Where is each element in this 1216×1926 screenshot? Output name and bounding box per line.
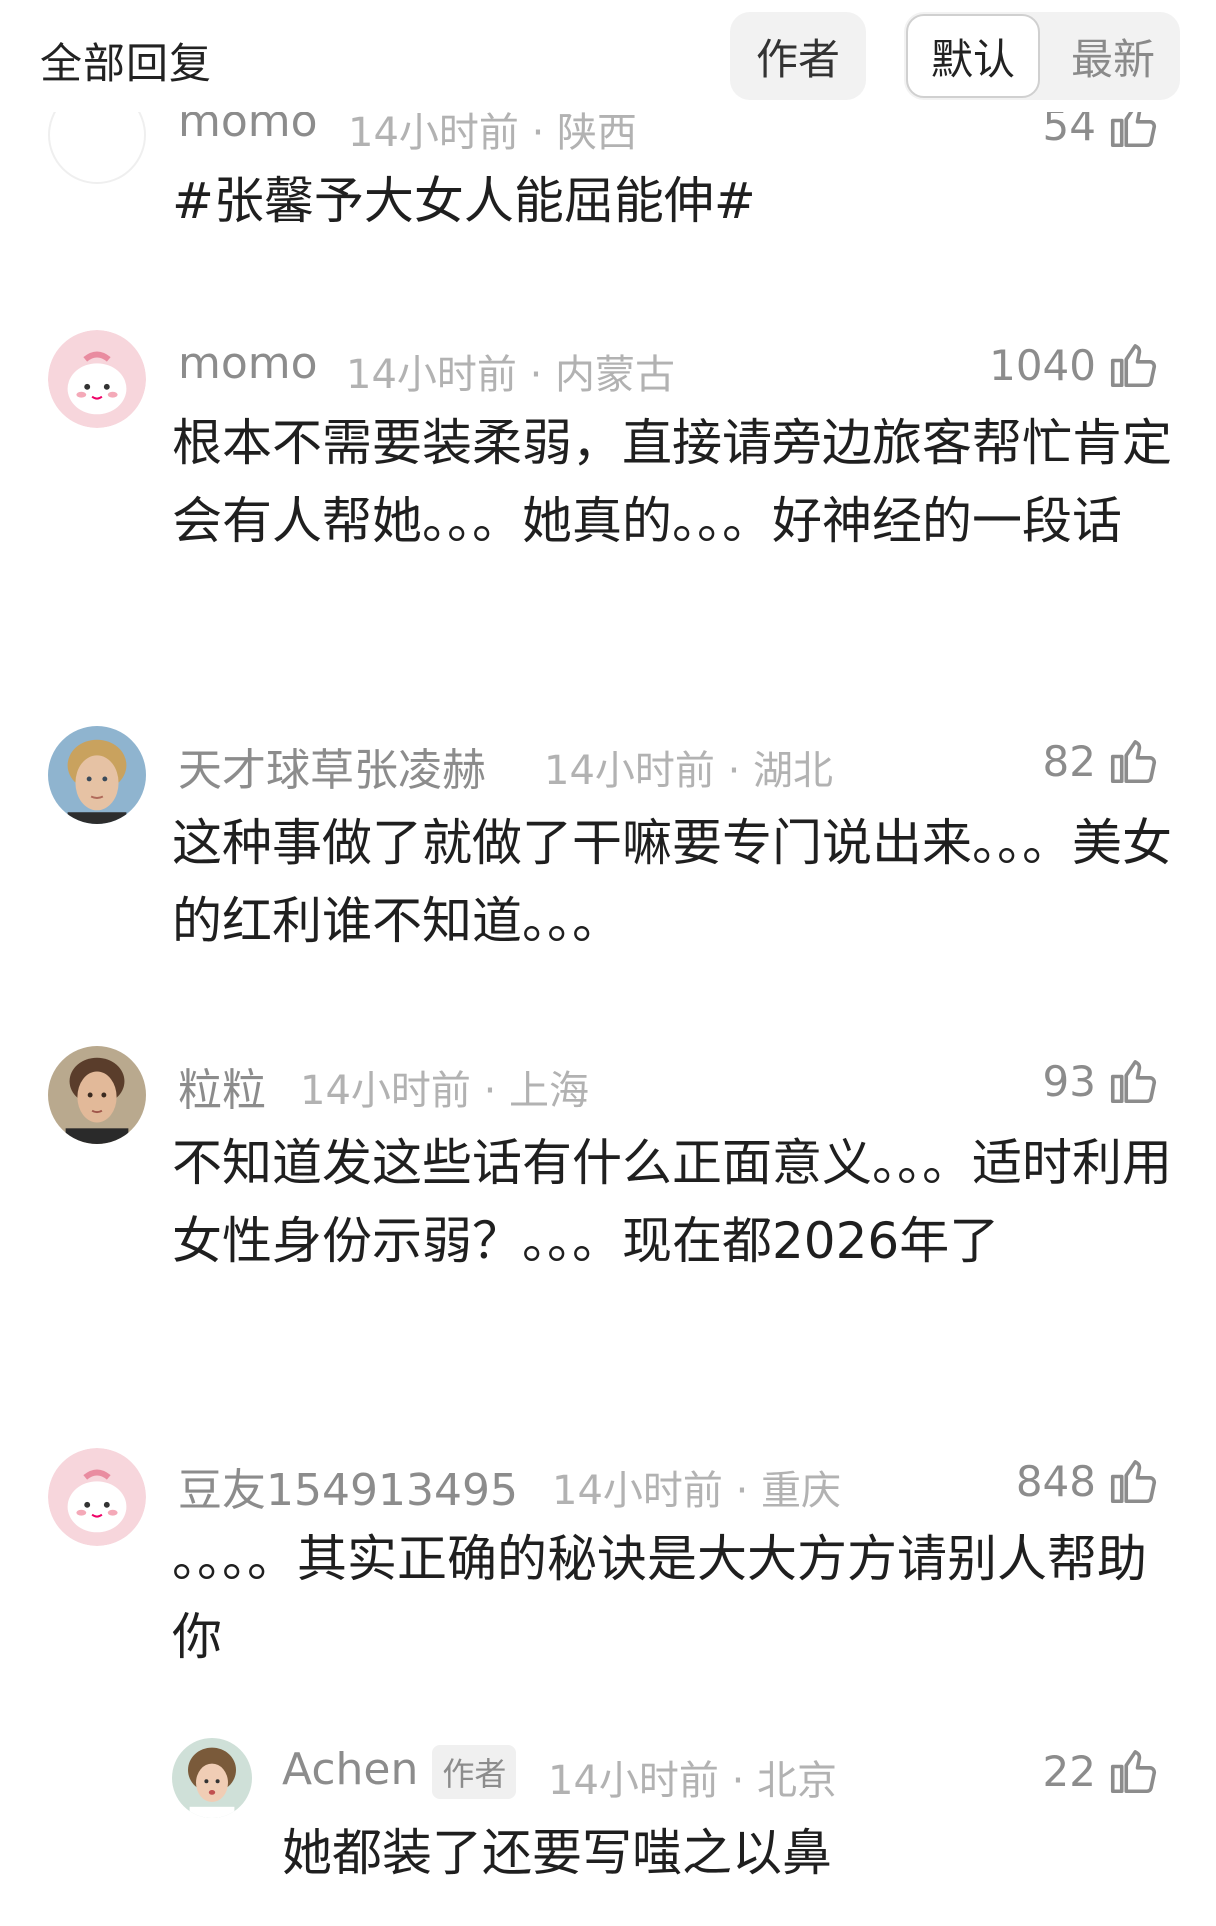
thumbs-up-icon <box>1110 344 1157 388</box>
comment-author[interactable]: 天才球草张凌赫 <box>178 734 486 798</box>
thumbs-up-icon <box>1110 740 1157 784</box>
comment-author[interactable]: 粒粒 <box>178 1054 266 1118</box>
reply-text: 她都装了还要写嗤之以鼻 <box>282 1824 832 1882</box>
comment-text: 不知道发这些话有什么正面意义。。。适时利用女性身份示弱？。。。现在都2026年了 <box>172 1134 1172 1270</box>
thumbs-up-icon <box>1110 1460 1157 1504</box>
comment-text: 根本不需要装柔弱，直接请旁边旅客帮忙肯定会有人帮她。。。她真的。。。好神经的一段… <box>172 414 1172 550</box>
comment-text: 这种事做了就做了干嘛要专门说出来。。。美女的红利谁不知道。。。 <box>172 814 1172 950</box>
like-button[interactable]: 22 <box>1043 1744 1160 1798</box>
comment-text: #张馨予大女人能屈能伸# <box>172 172 756 230</box>
like-button[interactable]: 848 <box>1016 1454 1160 1508</box>
sort-default-button[interactable]: 默认 <box>906 14 1040 98</box>
like-count: 93 <box>1042 1056 1096 1106</box>
like-button[interactable]: 82 <box>1043 734 1160 788</box>
comment-meta: 14小时前 · 上海 <box>300 1068 590 1114</box>
author-badge: 作者 <box>432 1745 517 1799</box>
photo-avatar-blond-boy[interactable] <box>48 726 146 824</box>
comment-author[interactable]: 豆友154913495 <box>178 1454 518 1518</box>
pink-bunny-avatar[interactable] <box>48 330 146 428</box>
photo-avatar-girl[interactable] <box>172 1738 252 1818</box>
thumbs-up-icon <box>1110 1750 1157 1794</box>
reply-author[interactable]: Achen 作者 <box>282 1744 517 1799</box>
sort-toggle: 默认 最新 <box>904 12 1180 100</box>
comment-meta: 14小时前 · 湖北 <box>544 748 834 794</box>
like-count: 82 <box>1042 736 1096 786</box>
comment-page: 全部回复 作者 默认 最新 momo 14小时前 · 陕西 54 #张馨予大女人… <box>0 0 1216 1926</box>
comment-meta: 14小时前 · 内蒙古 <box>346 352 676 398</box>
comment-meta: 14小时前 · 重庆 <box>552 1468 842 1514</box>
replies-header: 全部回复 作者 默认 最新 <box>0 0 1216 112</box>
like-count: 22 <box>1042 1746 1096 1796</box>
photo-avatar-woman[interactable] <box>48 1046 146 1144</box>
header-title: 全部回复 <box>40 39 213 88</box>
comment-text: 。。。。其实正确的秘诀是大大方方请别人帮助你 <box>172 1530 1147 1666</box>
reply-author-name: Achen <box>282 1744 419 1795</box>
pink-bunny-avatar[interactable] <box>48 1448 146 1546</box>
comment-author[interactable]: momo <box>178 338 318 389</box>
like-count: 848 <box>1015 1456 1096 1506</box>
like-count: 1040 <box>989 340 1096 390</box>
like-button[interactable]: 93 <box>1043 1054 1160 1108</box>
reply-meta: 14小时前 · 北京 <box>548 1758 838 1804</box>
thumbs-up-icon <box>1110 1060 1157 1104</box>
sort-latest-button[interactable]: 最新 <box>1046 12 1180 100</box>
author-filter-button[interactable]: 作者 <box>730 12 866 100</box>
like-button[interactable]: 1040 <box>989 338 1160 392</box>
